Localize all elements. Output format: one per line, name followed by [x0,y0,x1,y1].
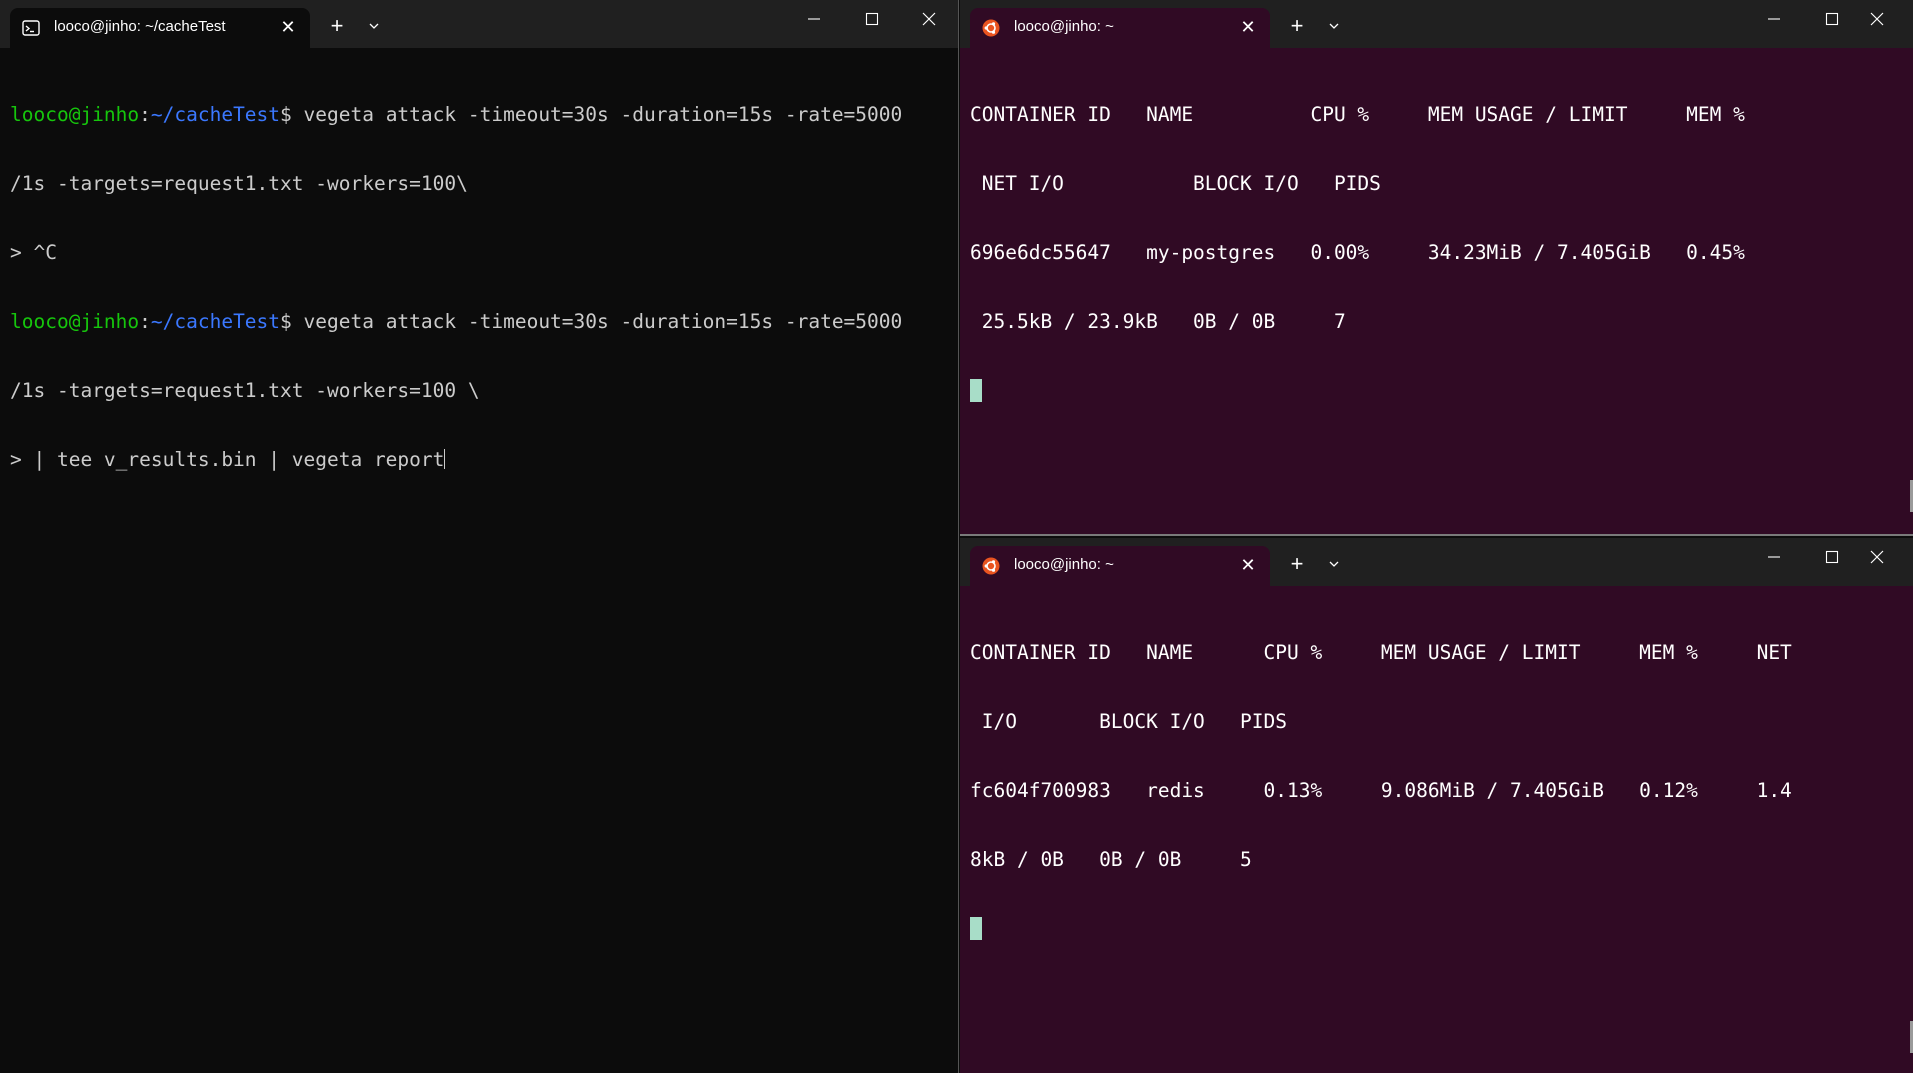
terminal-line: 8kB / 0B 0B / 0B 5 [970,848,1252,871]
dropdown-icon[interactable] [1320,12,1348,40]
tab-home[interactable]: looco@jinho: ~ ✕ [970,546,1270,586]
maximize-button[interactable] [844,0,900,44]
prompt-path: ~/cacheTest [150,103,281,126]
terminal-line: /1s -targets=request1.txt -workers=100\ [10,172,468,195]
terminal-output[interactable]: looco@jinho:~/cacheTest$ vegeta attack -… [10,57,948,1073]
terminal-line: fc604f700983 redis 0.13% 9.086MiB / 7.40… [970,779,1792,802]
top-right-terminal-window: looco@jinho: ~ ✕ + CONTAINER ID NAME CPU… [960,0,1913,536]
close-button[interactable] [901,0,957,44]
prompt-symbol: $ [280,310,304,333]
terminal-line: 696e6dc55647 my-postgres 0.00% 34.23MiB … [970,241,1745,264]
terminal-line: > ^C [10,241,57,264]
terminal-line: looco@jinho:~/cacheTest$ vegeta attack -… [10,310,948,333]
terminal-line: looco@jinho:~/cacheTest$ vegeta attack -… [10,103,948,126]
dropdown-icon[interactable] [360,12,388,40]
text-caret [444,449,446,469]
bottom-right-terminal-window: looco@jinho: ~ ✕ + CONTAINER ID NAME CPU… [960,538,1913,1073]
command-text: vegeta attack -timeout=30s -duration=15s… [303,103,903,126]
terminal-line [970,379,1903,402]
close-button[interactable] [1849,0,1905,44]
terminal-line [970,917,1903,940]
ubuntu-icon [982,557,1000,575]
minimize-button[interactable] [1746,0,1802,44]
terminal-icon [22,19,40,37]
title-bar: looco@jinho: ~ ✕ + [960,0,1913,48]
terminal-line: /1s -targets=request1.txt -workers=100 \ [10,379,480,402]
tab-title: looco@jinho: ~ [1014,556,1114,573]
terminal-line: CONTAINER ID NAME CPU % MEM USAGE / LIMI… [970,103,1745,126]
ubuntu-icon [982,19,1000,37]
dropdown-icon[interactable] [1320,550,1348,578]
new-tab-button[interactable]: + [323,12,351,40]
prompt-symbol: $ [280,103,304,126]
prompt-separator: : [139,103,151,126]
block-cursor [970,917,982,940]
terminal-output[interactable]: CONTAINER ID NAME CPU % MEM USAGE / LIMI… [970,595,1903,1073]
tab-close-icon[interactable]: ✕ [1238,17,1258,37]
terminal-output[interactable]: CONTAINER ID NAME CPU % MEM USAGE / LIMI… [970,57,1903,534]
terminal-line: CONTAINER ID NAME CPU % MEM USAGE / LIMI… [970,641,1792,664]
terminal-line: 25.5kB / 23.9kB 0B / 0B 7 [970,310,1346,333]
new-tab-button[interactable]: + [1283,12,1311,40]
current-input: > | tee v_results.bin | vegeta report [10,448,445,471]
tab-close-icon[interactable]: ✕ [278,17,298,37]
new-tab-button[interactable]: + [1283,550,1311,578]
minimize-button[interactable] [786,0,842,44]
title-bar: looco@jinho: ~/cacheTest ✕ + [0,0,958,48]
prompt-separator: : [139,310,151,333]
terminal-line: > | tee v_results.bin | vegeta report [10,448,948,471]
left-terminal-window: looco@jinho: ~/cacheTest ✕ + looco@jinho… [0,0,959,1073]
close-button[interactable] [1849,538,1905,582]
prompt-user: looco@jinho [10,103,140,126]
title-bar: looco@jinho: ~ ✕ + [960,538,1913,586]
command-text: vegeta attack -timeout=30s -duration=15s… [303,310,903,333]
terminal-line: I/O BLOCK I/O PIDS [970,710,1287,733]
tab-close-icon[interactable]: ✕ [1238,555,1258,575]
tab-title: looco@jinho: ~/cacheTest [54,18,226,35]
tab-cachetest[interactable]: looco@jinho: ~/cacheTest ✕ [10,8,310,48]
terminal-line: NET I/O BLOCK I/O PIDS [970,172,1381,195]
tab-home[interactable]: looco@jinho: ~ ✕ [970,8,1270,48]
prompt-path: ~/cacheTest [150,310,281,333]
tab-title: looco@jinho: ~ [1014,18,1114,35]
block-cursor [970,379,982,402]
prompt-user: looco@jinho [10,310,140,333]
minimize-button[interactable] [1746,538,1802,582]
